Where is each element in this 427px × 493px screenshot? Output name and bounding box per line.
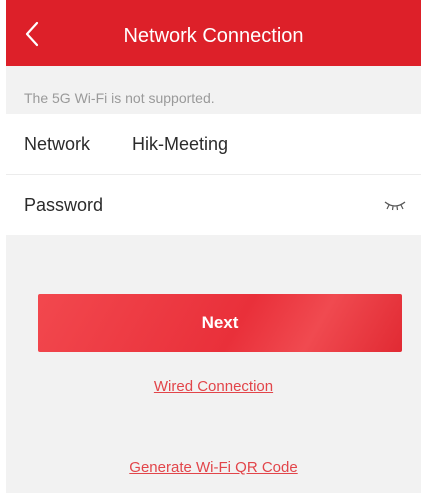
next-button[interactable]: Next	[38, 294, 402, 352]
network-label: Network	[24, 134, 91, 154]
wifi-support-hint: The 5G Wi-Fi is not supported.	[24, 90, 215, 106]
network-value: Hik-Meeting	[132, 134, 229, 154]
password-row: Password	[6, 175, 421, 235]
chevron-left-icon	[25, 21, 39, 47]
page-title: Network Connection	[123, 25, 304, 47]
back-button[interactable]	[12, 14, 52, 54]
wired-connection-link[interactable]: Wired Connection	[6, 378, 421, 395]
header-bar: Network Connection	[6, 0, 421, 66]
password-label: Password	[24, 195, 104, 215]
eye-closed-icon	[384, 201, 406, 211]
network-row[interactable]: Network Hik-Meeting	[6, 114, 421, 174]
generate-qr-code-link[interactable]: Generate Wi-Fi QR Code	[6, 459, 421, 476]
password-field[interactable]	[132, 187, 372, 223]
app-screen: Network Connection The 5G Wi-Fi is not s…	[6, 0, 421, 493]
password-visibility-toggle[interactable]	[382, 195, 408, 215]
